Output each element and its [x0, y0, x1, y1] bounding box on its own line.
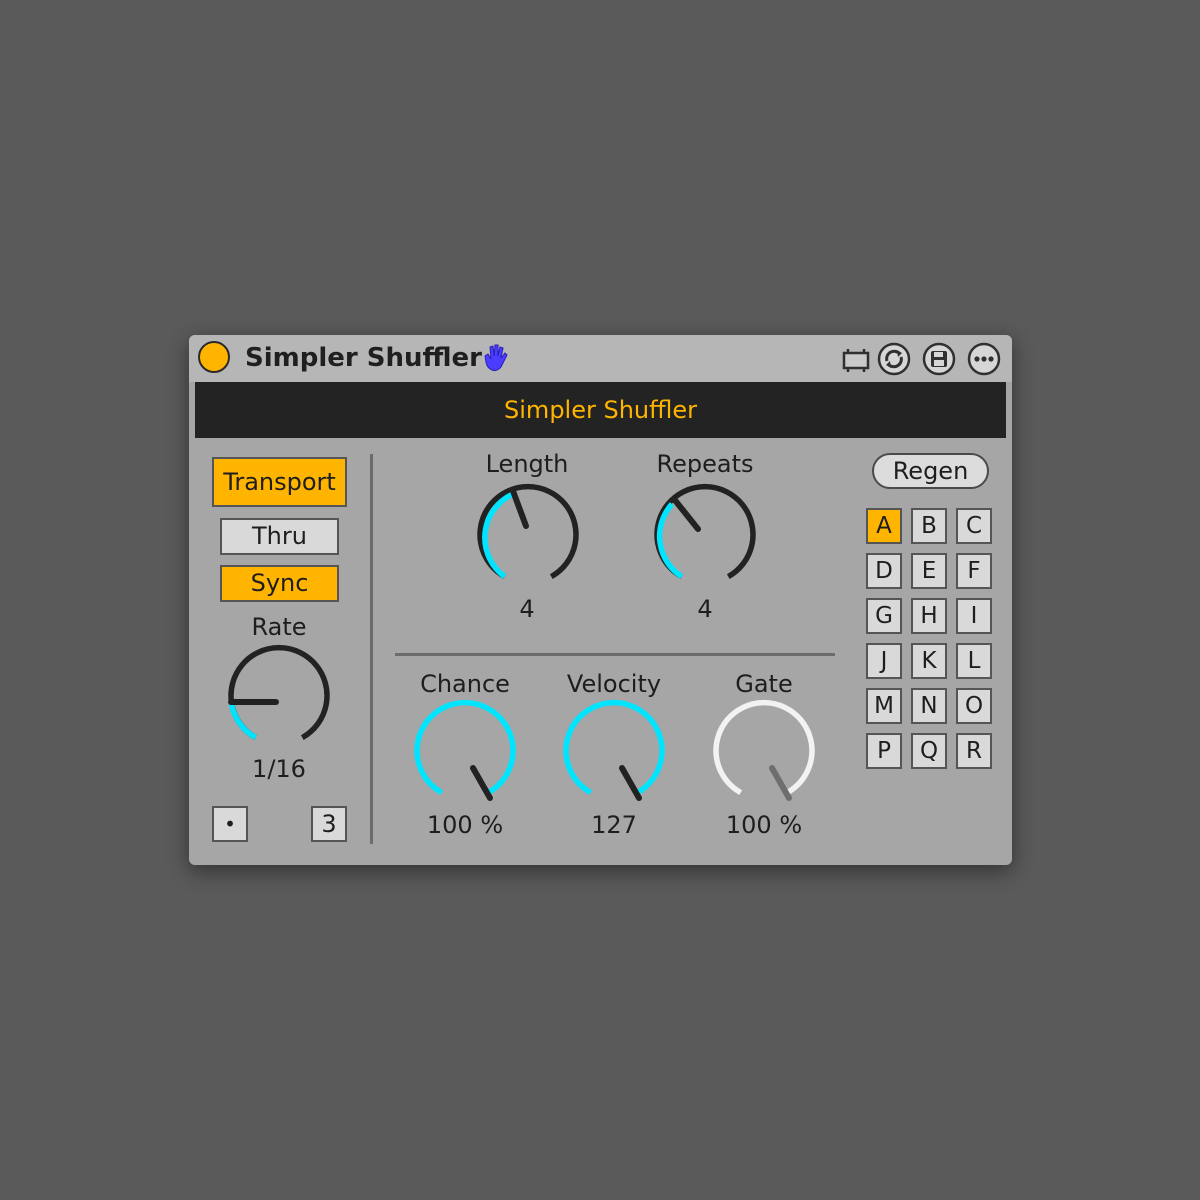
triplet-button[interactable]: 3 — [311, 806, 347, 842]
length-label: Length — [485, 450, 569, 478]
pattern-button-p[interactable]: P — [866, 733, 902, 769]
thru-button[interactable]: Thru — [220, 518, 339, 555]
length-knob[interactable] — [471, 482, 585, 596]
length-value: 4 — [519, 595, 535, 623]
chance-value: 100 % — [426, 811, 504, 839]
pattern-button-j[interactable]: J — [866, 643, 902, 679]
device-header: Simpler Shuffler — [195, 382, 1006, 438]
pattern-button-l[interactable]: L — [956, 643, 992, 679]
more-options-icon[interactable] — [967, 342, 1001, 376]
velocity-knob[interactable] — [557, 698, 671, 812]
pattern-button-r[interactable]: R — [956, 733, 992, 769]
pattern-button-q[interactable]: Q — [911, 733, 947, 769]
power-button[interactable] — [198, 341, 230, 373]
gate-label: Gate — [735, 670, 793, 698]
pattern-button-d[interactable]: D — [866, 553, 902, 589]
pattern-button-k[interactable]: K — [911, 643, 947, 679]
device-view-icon[interactable] — [839, 342, 873, 376]
pattern-button-g[interactable]: G — [866, 598, 902, 634]
dotted-button[interactable]: • — [212, 806, 248, 842]
repeats-knob[interactable] — [648, 482, 762, 596]
pattern-button-i[interactable]: I — [956, 598, 992, 634]
repeats-value: 4 — [697, 595, 713, 623]
transport-button[interactable]: Transport — [212, 457, 347, 507]
repeats-label: Repeats — [656, 450, 754, 478]
pattern-button-m[interactable]: M — [866, 688, 902, 724]
hot-swap-icon[interactable] — [877, 342, 911, 376]
gate-value: 100 % — [725, 811, 803, 839]
pattern-button-b[interactable]: B — [911, 508, 947, 544]
velocity-label: Velocity — [566, 670, 662, 698]
rate-knob[interactable] — [222, 643, 336, 757]
gate-knob[interactable] — [707, 698, 821, 812]
device-title: Simpler Shuffler — [245, 343, 482, 373]
device-body: Transport Thru Sync Rate 1/16 • 3 Length… — [189, 438, 1012, 865]
device-title-bar[interactable]: Simpler Shuffler — [189, 335, 1012, 382]
pattern-button-n[interactable]: N — [911, 688, 947, 724]
chance-knob[interactable] — [408, 698, 522, 812]
pattern-button-o[interactable]: O — [956, 688, 992, 724]
save-icon[interactable] — [922, 342, 956, 376]
pattern-button-h[interactable]: H — [911, 598, 947, 634]
horizontal-separator — [395, 653, 835, 656]
pattern-button-e[interactable]: E — [911, 553, 947, 589]
rate-value: 1/16 — [252, 755, 306, 783]
hand-icon — [484, 344, 508, 372]
pattern-button-f[interactable]: F — [956, 553, 992, 589]
regen-button[interactable]: Regen — [872, 453, 989, 489]
sync-button[interactable]: Sync — [220, 565, 339, 602]
chance-label: Chance — [420, 670, 510, 698]
velocity-value: 127 — [591, 811, 637, 839]
rate-label: Rate — [251, 613, 307, 641]
device-panel: Simpler Shuffler Simpler Shuffler Transp… — [189, 335, 1012, 865]
vertical-separator — [370, 454, 373, 844]
pattern-button-a[interactable]: A — [866, 508, 902, 544]
pattern-button-c[interactable]: C — [956, 508, 992, 544]
